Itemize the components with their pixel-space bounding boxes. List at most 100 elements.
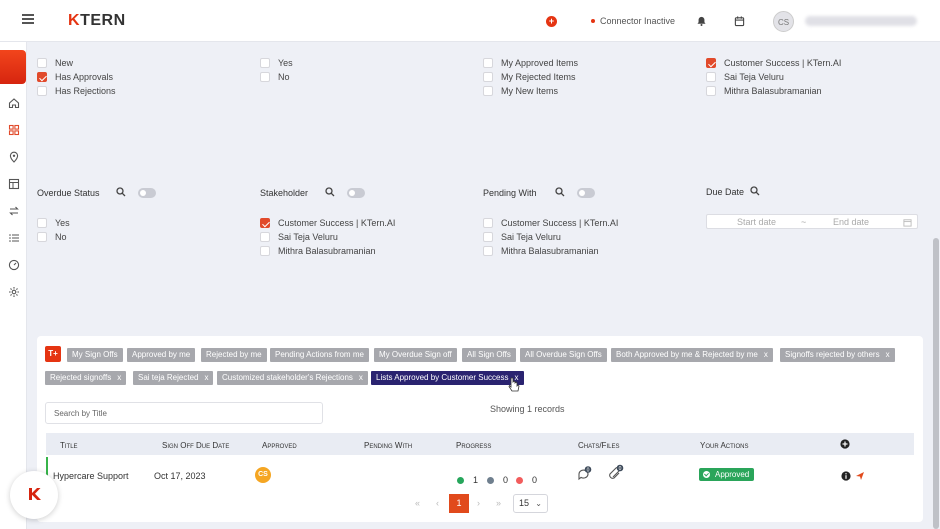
- next-page-button[interactable]: ›: [477, 498, 480, 508]
- chip-customized-stakeholder[interactable]: Customized stakeholder's Rejections x: [217, 371, 368, 385]
- chip-pending-actions[interactable]: Pending Actions from me: [270, 348, 369, 362]
- checkbox-sai-teja[interactable]: [706, 72, 716, 82]
- hamburger-menu-icon[interactable]: [22, 14, 34, 24]
- settings-gear-icon[interactable]: [8, 286, 20, 298]
- info-icon[interactable]: [841, 471, 851, 481]
- due-date-range-picker[interactable]: Start date ~ End date: [706, 214, 918, 229]
- chip-signoffs-rejected-by-others[interactable]: Signoffs rejected by others x: [780, 348, 895, 362]
- checkbox-my-approved[interactable]: [483, 58, 493, 68]
- search-by-title[interactable]: [45, 402, 323, 424]
- column-chats-files[interactable]: Chats/Files: [578, 441, 619, 450]
- approver-avatar[interactable]: CS: [255, 467, 271, 483]
- checkbox-overdue-yes[interactable]: [37, 218, 47, 228]
- column-progress[interactable]: Progress: [456, 441, 491, 450]
- checkbox-label: My Approved Items: [501, 58, 579, 68]
- list-icon[interactable]: [8, 232, 20, 244]
- end-date-placeholder[interactable]: End date: [833, 217, 869, 227]
- chat-count: 0: [587, 467, 590, 473]
- add-icon[interactable]: +: [546, 16, 557, 27]
- column-approved[interactable]: Approved: [262, 441, 297, 450]
- pending-with-toggle[interactable]: [577, 188, 595, 198]
- checkbox-pending-sai-teja[interactable]: [483, 232, 493, 242]
- ktern-assistant-button[interactable]: [10, 471, 58, 519]
- checkbox-has-rejections[interactable]: [37, 86, 47, 96]
- start-date-placeholder[interactable]: Start date: [737, 217, 776, 227]
- chat-icon[interactable]: 0: [577, 465, 593, 481]
- calendar-icon[interactable]: [734, 15, 745, 27]
- checkbox-customer-success[interactable]: [706, 58, 716, 68]
- column-title[interactable]: Title: [60, 441, 78, 450]
- checkbox-overdue-no[interactable]: [37, 232, 47, 242]
- add-column-icon[interactable]: [840, 439, 850, 449]
- chip-lists-approved-customer-success[interactable]: Lists Approved by Customer Success x: [371, 371, 524, 385]
- checkbox-yes[interactable]: [260, 58, 270, 68]
- column-your-actions[interactable]: Your Actions: [700, 441, 748, 450]
- checkbox-no[interactable]: [260, 72, 270, 82]
- checkbox-label: Has Rejections: [55, 86, 116, 96]
- stakeholder-title: Stakeholder: [260, 188, 309, 198]
- overdue-toggle[interactable]: [138, 188, 156, 198]
- search-icon[interactable]: [750, 186, 760, 196]
- attachment-icon[interactable]: 0: [609, 463, 625, 481]
- ktern-logo[interactable]: KTERN: [68, 12, 126, 30]
- close-icon[interactable]: x: [764, 350, 768, 359]
- send-icon[interactable]: [855, 471, 865, 481]
- user-avatar[interactable]: CS: [773, 11, 794, 32]
- chip-my-overdue[interactable]: My Overdue Sign off: [374, 348, 457, 362]
- search-icon[interactable]: [116, 187, 126, 197]
- first-page-button[interactable]: «: [415, 498, 420, 508]
- chip-all-sign-offs[interactable]: All Sign Offs: [462, 348, 516, 362]
- home-icon[interactable]: [8, 97, 20, 109]
- checkbox-pending-mithra[interactable]: [483, 246, 493, 256]
- checkbox-label: No: [55, 232, 67, 242]
- location-pin-icon[interactable]: [8, 151, 20, 163]
- user-name-blurred[interactable]: [805, 16, 917, 26]
- checkbox-stakeholder-sai-teja[interactable]: [260, 232, 270, 242]
- prev-page-button[interactable]: ‹: [436, 498, 439, 508]
- checkbox-has-approvals[interactable]: [37, 72, 47, 82]
- chip-my-sign-offs[interactable]: My Sign Offs: [67, 348, 123, 362]
- dashboard-grid-icon[interactable]: [8, 124, 20, 136]
- chip-sai-teja-rejected[interactable]: Sai teja Rejected x: [133, 371, 214, 385]
- chip-all-overdue[interactable]: All Overdue Sign Offs: [520, 348, 607, 362]
- checkbox-my-rejected[interactable]: [483, 72, 493, 82]
- column-pending-with[interactable]: Pending With: [364, 441, 412, 450]
- checkbox-new[interactable]: [37, 58, 47, 68]
- search-icon[interactable]: [555, 187, 565, 197]
- checkbox-label: Customer Success | KTern.AI: [501, 218, 619, 228]
- checkbox-label: Sai Teja Veluru: [724, 72, 784, 82]
- chip-rejected-signoffs[interactable]: Rejected signoffs x: [45, 371, 127, 385]
- page-size-select[interactable]: 15 ⌄: [513, 494, 548, 513]
- bell-icon[interactable]: [696, 15, 707, 27]
- close-icon[interactable]: x: [117, 373, 121, 382]
- board-icon[interactable]: [8, 178, 20, 190]
- row-title[interactable]: Hypercare Support: [53, 471, 129, 481]
- close-icon[interactable]: x: [886, 350, 890, 359]
- chip-both-approved-rejected[interactable]: Both Approved by me & Rejected by me x: [611, 348, 773, 362]
- last-page-button[interactable]: »: [496, 498, 501, 508]
- close-icon[interactable]: x: [359, 373, 363, 382]
- checkbox-stakeholder-mithra[interactable]: [260, 246, 270, 256]
- chip-rejected-by-me[interactable]: Rejected by me: [201, 348, 267, 362]
- connector-status-dot: [591, 19, 595, 23]
- checkbox-label: Sai Teja Veluru: [278, 232, 338, 242]
- checkbox-label: Sai Teja Veluru: [501, 232, 561, 242]
- sidebar-brand-tab[interactable]: [0, 50, 26, 84]
- checkbox-my-new[interactable]: [483, 86, 493, 96]
- page-button-current[interactable]: 1: [449, 494, 469, 513]
- chip-approved-by-me[interactable]: Approved by me: [127, 348, 196, 362]
- checkbox-pending-customer-success[interactable]: [483, 218, 493, 228]
- add-filter-button[interactable]: T+: [45, 346, 61, 362]
- checkbox-stakeholder-customer-success[interactable]: [260, 218, 270, 228]
- checkbox-mithra[interactable]: [706, 86, 716, 96]
- search-input[interactable]: [54, 409, 304, 418]
- scrollbar-thumb[interactable]: [933, 238, 939, 529]
- connector-status[interactable]: Connector Inactive: [600, 16, 675, 26]
- close-icon[interactable]: x: [204, 373, 208, 382]
- stakeholder-toggle[interactable]: [347, 188, 365, 198]
- column-due-date[interactable]: Sign Off Due Date: [162, 441, 229, 450]
- checkbox-label: Mithra Balasubramanian: [724, 86, 822, 96]
- transfer-icon[interactable]: [8, 205, 20, 217]
- gauge-icon[interactable]: [8, 259, 20, 271]
- search-icon[interactable]: [325, 187, 335, 197]
